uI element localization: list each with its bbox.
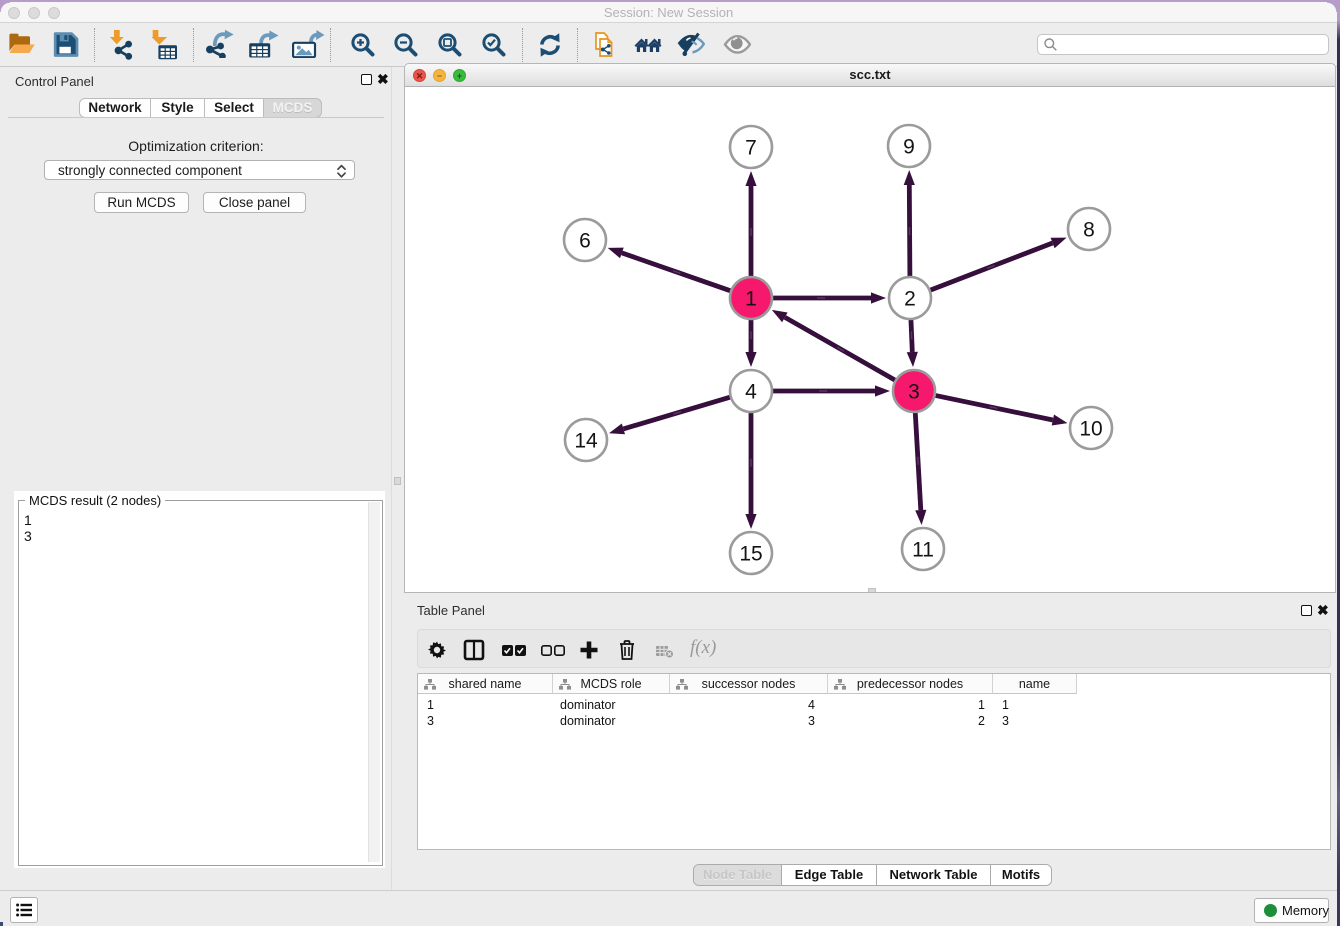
- svg-text:2: 2: [904, 288, 916, 311]
- svg-text:11: 11: [912, 539, 934, 562]
- svg-text:3: 3: [908, 381, 920, 404]
- svg-text:7: 7: [745, 137, 757, 160]
- svg-text:4: 4: [745, 381, 757, 404]
- svg-text:14: 14: [574, 430, 598, 453]
- svg-text:1: 1: [745, 288, 757, 311]
- svg-text:10: 10: [1079, 418, 1102, 441]
- svg-text:9: 9: [903, 136, 915, 159]
- svg-text:8: 8: [1083, 219, 1095, 242]
- svg-text:15: 15: [739, 543, 762, 566]
- svg-text:6: 6: [579, 230, 591, 253]
